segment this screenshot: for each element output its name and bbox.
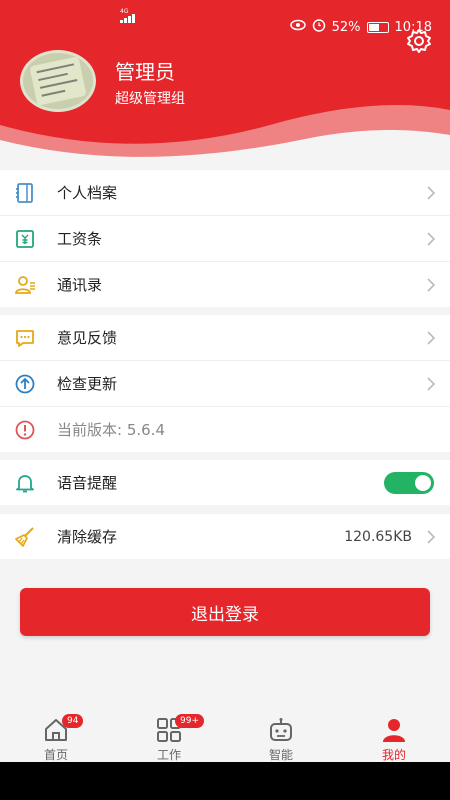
robot-icon [270,718,292,741]
menu-label: 检查更新 [57,375,118,393]
menu-item-contacts[interactable]: 通讯录 [0,262,450,307]
menu-item-version: 当前版本: 5.6.4 [0,407,450,452]
system-nav-bar [0,762,450,800]
user-role: 超级管理组 [115,91,185,107]
menu-item-check-update[interactable]: 检查更新 [0,361,450,406]
menu-label: 通讯录 [57,276,103,294]
update-icon [15,374,35,394]
menu-group-personal: 个人档案 工资条 通讯录 [0,170,450,307]
menu-group-voice: 语音提醒 [0,460,450,505]
menu-label: 工资条 [57,230,103,248]
tab-work[interactable]: 99+ 工作 [139,712,204,762]
menu-item-clear-cache[interactable]: 清除缓存 120.65KB [0,514,450,559]
cache-size: 120.65KB [344,528,412,545]
tab-label: 智能 [268,748,293,762]
version-info-icon [15,420,35,440]
avatar[interactable] [20,50,96,112]
chevron-right-icon [427,331,436,345]
eye-icon [289,19,306,35]
profile-file-icon [16,183,33,203]
tab-label: 工作 [156,748,181,762]
battery-icon [366,21,389,33]
tab-smart[interactable]: 智能 [251,712,311,762]
version-text: 当前版本: 5.6.4 [57,421,165,439]
bell-icon [16,475,34,493]
voice-reminder-toggle[interactable] [384,472,434,494]
menu-label: 意见反馈 [57,329,118,347]
menu-label: 个人档案 [57,184,118,202]
contacts-icon [15,276,35,294]
bottom-tab-bar: 94 首页 99+ 工作 智能 我的 [0,712,450,762]
work-badge: 99+ [175,714,204,728]
menu-item-feedback[interactable]: 意见反馈 [0,315,450,360]
menu-label: 清除缓存 [57,528,118,546]
user-icon [383,719,405,742]
tab-label: 首页 [43,748,68,762]
user-name: 管理员 [115,60,175,84]
home-badge: 94 [62,714,84,728]
logout-button[interactable]: 退出登录 [20,588,430,636]
alarm-icon [312,18,326,36]
menu-group-app: 意见反馈 检查更新 当前版本: 5.6.4 [0,315,450,452]
menu-item-voice-reminder: 语音提醒 [0,460,450,505]
tab-mine[interactable]: 我的 [364,712,424,762]
tab-home[interactable]: 94 首页 [26,712,86,762]
chevron-right-icon [427,232,436,246]
chevron-right-icon [427,186,436,200]
broom-icon [15,527,34,547]
battery-percent: 52% [331,19,361,35]
gear-icon [407,29,431,53]
menu-item-profile[interactable]: 个人档案 [0,170,450,215]
salary-slip-icon [16,230,34,248]
menu-item-salary[interactable]: 工资条 [0,216,450,261]
feedback-icon [16,330,34,347]
signal-icon [120,14,135,23]
menu-group-cache: 清除缓存 120.65KB [0,514,450,559]
chevron-right-icon [427,377,436,391]
status-bar: 4G 52% 10:18 [0,0,450,35]
chevron-right-icon [427,278,436,292]
settings-button[interactable] [406,28,432,54]
profile-header: 4G 52% 10:18 管理员 超级管理组 [0,0,450,165]
tab-label: 我的 [381,748,406,762]
menu-label: 语音提醒 [57,474,118,492]
chevron-right-icon [427,530,436,544]
